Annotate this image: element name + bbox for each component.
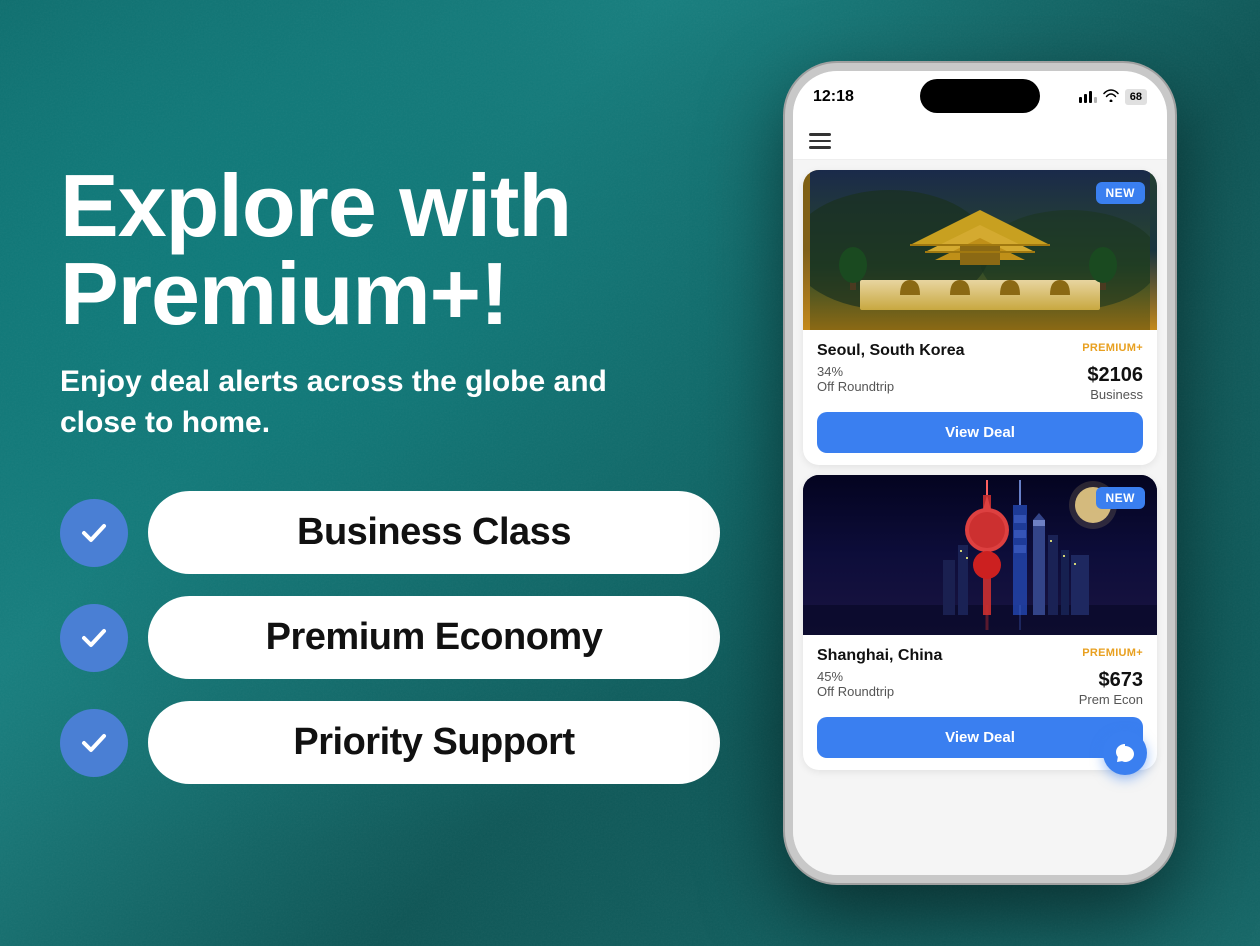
feature-item-premium-economy: Premium Economy [60,596,720,679]
feature-pill-priority-support: Priority Support [148,701,720,784]
deal-class-shanghai: Prem Econ [1079,692,1143,707]
hero-subtitle: Enjoy deal alerts across the globe and c… [60,362,640,443]
battery-icon: 68 [1125,89,1147,105]
signal-bars-icon [1079,91,1097,103]
deal-city-seoul: Seoul, South Korea [817,342,965,360]
view-deal-button-seoul[interactable]: View Deal [817,412,1143,453]
view-deal-button-shanghai[interactable]: View Deal [817,717,1143,758]
deal-class-seoul: Business [1087,387,1143,402]
deal-city-shanghai: Shanghai, China [817,647,942,665]
check-icon-business-class [60,499,128,567]
right-panel: 12:18 [760,63,1200,883]
feature-item-priority-support: Priority Support [60,701,720,784]
chat-bubble-icon[interactable] [1103,731,1147,775]
check-icon-priority-support [60,709,128,777]
phone-nav [793,123,1167,160]
deal-discount-shanghai: 45% [817,669,894,684]
left-panel: Explore with Premium+! Enjoy deal alerts… [60,162,720,784]
phone-status-icons: 68 [1079,89,1147,105]
phone-frame: 12:18 [785,63,1175,883]
hamburger-icon[interactable] [809,133,831,149]
premium-badge-shanghai: PREMIUM+ [1082,647,1143,659]
phone-time: 12:18 [813,88,854,106]
phone-screen: NEW Seoul, South Korea PREMIUM+ 34% Off … [793,123,1167,875]
deal-info-seoul: Seoul, South Korea PREMIUM+ 34% Off Roun… [803,330,1157,465]
phone-status-bar: 12:18 [793,71,1167,123]
deal-price-seoul: $2106 [1087,364,1143,387]
deal-card-seoul: NEW Seoul, South Korea PREMIUM+ 34% Off … [803,170,1157,465]
premium-badge-seoul: PREMIUM+ [1082,342,1143,354]
feature-item-business-class: Business Class [60,491,720,574]
deal-image-seoul: NEW [803,170,1157,330]
deal-price-shanghai: $673 [1079,669,1143,692]
check-icon-premium-economy [60,604,128,672]
deal-discount-seoul: 34% [817,364,894,379]
wifi-icon [1103,89,1119,105]
phone-dynamic-island [920,79,1040,113]
deal-image-shanghai: NEW [803,475,1157,635]
new-badge-seoul: NEW [1096,182,1146,204]
feature-list: Business Class Premium Economy [60,491,720,784]
feature-pill-business-class: Business Class [148,491,720,574]
hero-title: Explore with Premium+! [60,162,720,338]
new-badge-shanghai: NEW [1096,487,1146,509]
deal-off-seoul: Off Roundtrip [817,379,894,394]
deal-off-shanghai: Off Roundtrip [817,684,894,699]
deal-card-shanghai: NEW Shanghai, China PREMIUM+ 45% Off Rou… [803,475,1157,770]
feature-pill-premium-economy: Premium Economy [148,596,720,679]
